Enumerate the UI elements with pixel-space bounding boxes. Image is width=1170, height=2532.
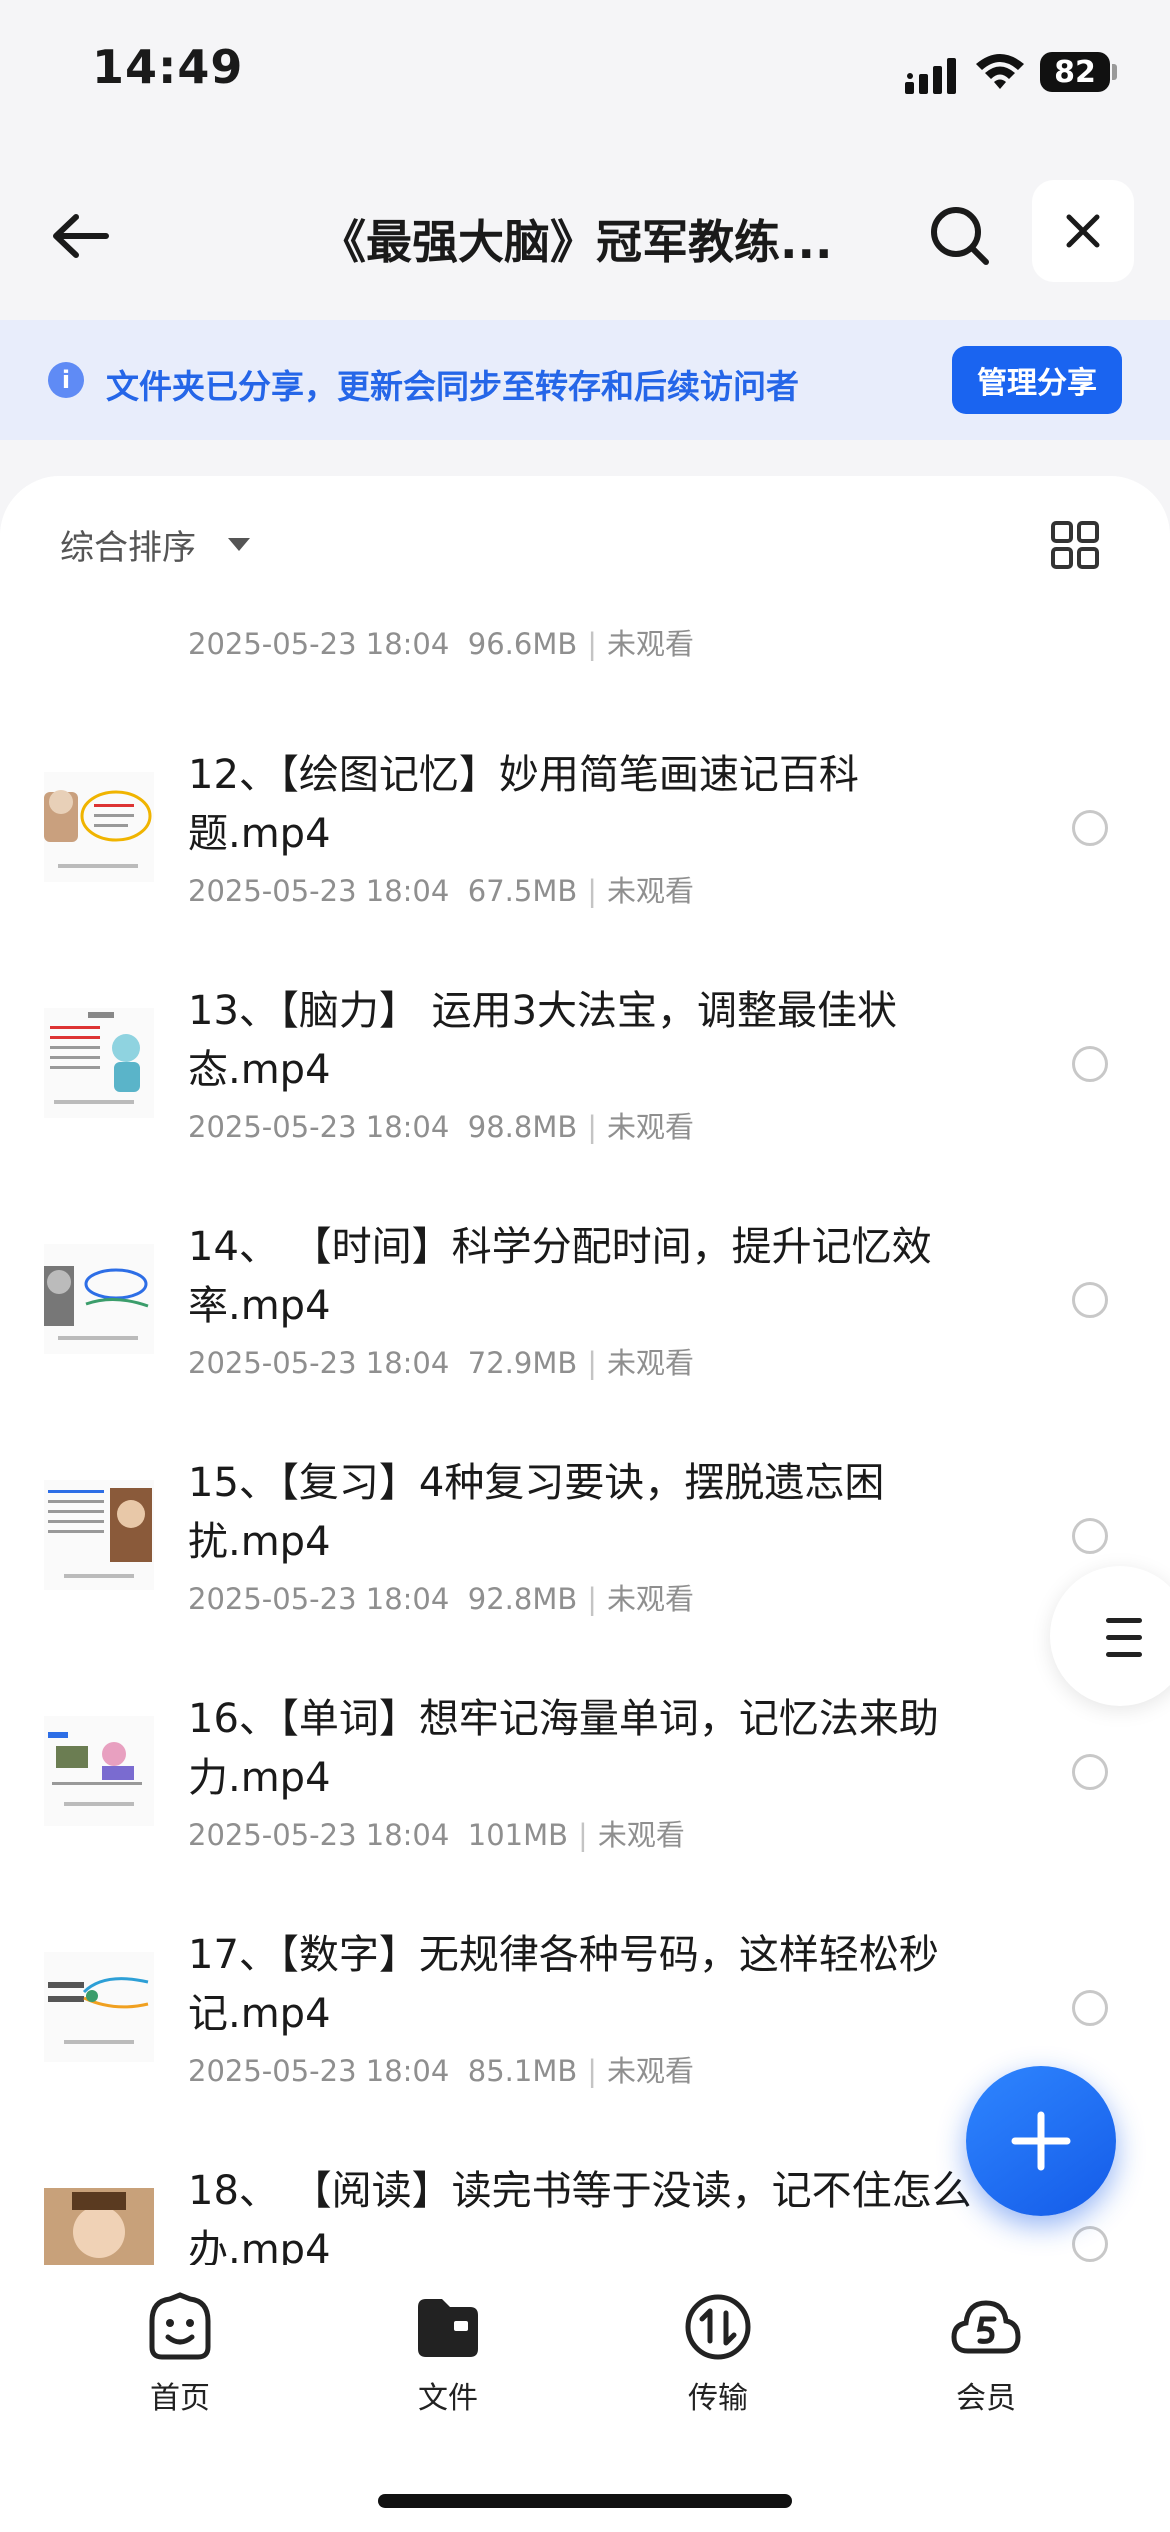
- list-item[interactable]: 16、【单词】想牢记海量单词，记忆法来助力.mp4 2025-05-23 18:…: [0, 1650, 1170, 1886]
- select-radio[interactable]: [1072, 810, 1108, 846]
- folder-icon: [418, 2299, 478, 2357]
- page-title: 《最强大脑》冠军教练...: [320, 215, 833, 269]
- file-name: 14、 【时间】科学分配时间，提升记忆效率.mp4: [188, 1224, 932, 1329]
- grid-view-icon[interactable]: [1050, 520, 1100, 570]
- status-time: 14:49: [92, 40, 244, 94]
- vip-cloud-icon: [951, 2300, 1021, 2354]
- cellular-signal-icon: [905, 58, 956, 94]
- file-meta: 2025-05-23 18:04 67.5MB | 未观看: [188, 874, 695, 908]
- file-name: 13、【脑力】 运用3大法宝，调整最佳状态.mp4: [188, 988, 898, 1093]
- file-name: 15、【复习】4种复习要诀，摆脱遗忘困扰.mp4: [188, 1460, 885, 1565]
- file-date: 2025-05-23 18:04: [188, 1818, 450, 1852]
- file-name: 17、【数字】无规律各种号码，这样轻松秒记.mp4: [188, 1932, 939, 2037]
- tab-transfer[interactable]: 传输: [638, 2291, 798, 2417]
- list-item[interactable]: 14、 【时间】科学分配时间，提升记忆效率.mp4 2025-05-23 18:…: [0, 1178, 1170, 1414]
- file-size: 85.1MB: [467, 2054, 578, 2088]
- watch-status: 未观看: [607, 874, 695, 908]
- file-date: 2025-05-23 18:04: [188, 627, 450, 661]
- tab-home[interactable]: 首页: [100, 2291, 260, 2417]
- file-size: 72.9MB: [467, 1346, 578, 1380]
- watch-status: 未观看: [607, 1582, 695, 1616]
- video-thumbnail: [44, 772, 154, 882]
- banner-text: 文件夹已分享，更新会同步至转存和后续访问者: [106, 367, 799, 406]
- close-icon: [1066, 214, 1100, 248]
- file-meta: 2025-05-23 18:04 92.8MB | 未观看: [188, 1582, 695, 1616]
- battery-indicator: 82: [1040, 52, 1110, 92]
- file-size: 92.8MB: [467, 1582, 578, 1616]
- file-date: 2025-05-23 18:04: [188, 874, 450, 908]
- back-arrow-icon: [53, 214, 109, 258]
- file-size: 67.5MB: [467, 874, 578, 908]
- list-item[interactable]: 12、【绘图记忆】妙用简笔画速记百科题.mp4 2025-05-23 18:04…: [0, 706, 1170, 942]
- watch-status: 未观看: [607, 627, 695, 661]
- tab-label: 传输: [688, 2381, 748, 2416]
- plus-icon: [1011, 2111, 1071, 2171]
- select-radio[interactable]: [1072, 1046, 1108, 1082]
- battery-cap: [1112, 64, 1117, 80]
- tab-label: 文件: [418, 2381, 478, 2416]
- file-name: 12、【绘图记忆】妙用简笔画速记百科题.mp4: [188, 752, 859, 857]
- sort-bar: 综合排序: [0, 476, 1170, 606]
- sort-dropdown[interactable]: 综合排序: [60, 520, 196, 569]
- file-size: 96.6MB: [467, 627, 578, 661]
- file-size: 101MB: [467, 1818, 569, 1852]
- file-meta: 2025-05-23 18:04 85.1MB | 未观看: [188, 2054, 695, 2088]
- home-face-icon: [149, 2292, 211, 2360]
- file-meta: 2025-05-23 18:04 96.6MB | 未观看: [188, 627, 695, 661]
- file-meta: 2025-05-23 18:04 72.9MB | 未观看: [188, 1346, 695, 1380]
- list-item[interactable]: 13、【脑力】 运用3大法宝，调整最佳状态.mp4 2025-05-23 18:…: [0, 942, 1170, 1178]
- file-date: 2025-05-23 18:04: [188, 1346, 450, 1380]
- select-radio[interactable]: [1072, 1754, 1108, 1790]
- wifi-icon: [976, 54, 1024, 89]
- file-name: 16、【单词】想牢记海量单词，记忆法来助力.mp4: [188, 1696, 939, 1801]
- menu-lines-icon: [1106, 1618, 1142, 1669]
- file-meta: 2025-05-23 18:04 98.8MB | 未观看: [188, 1110, 695, 1144]
- watch-status: 未观看: [597, 1818, 685, 1852]
- tab-label: 首页: [150, 2381, 210, 2416]
- home-indicator: [378, 2494, 792, 2508]
- file-date: 2025-05-23 18:04: [188, 1110, 450, 1144]
- watch-status: 未观看: [607, 1110, 695, 1144]
- file-meta: 2025-05-23 18:04 101MB | 未观看: [188, 1818, 685, 1852]
- video-thumbnail: [44, 1008, 154, 1118]
- video-thumbnail: [44, 2188, 154, 2276]
- info-icon: i: [48, 362, 84, 398]
- file-size: 98.8MB: [467, 1110, 578, 1144]
- video-thumbnail: [44, 1480, 154, 1590]
- select-radio[interactable]: [1072, 1518, 1108, 1554]
- video-thumbnail: [44, 1244, 154, 1354]
- back-button[interactable]: [40, 196, 120, 276]
- select-radio[interactable]: [1072, 1282, 1108, 1318]
- manage-share-button[interactable]: 管理分享: [952, 346, 1122, 414]
- file-date: 2025-05-23 18:04: [188, 1582, 450, 1616]
- video-thumbnail: [44, 1952, 154, 2062]
- tab-label: 会员: [956, 2381, 1016, 2416]
- tab-files[interactable]: 文件: [368, 2291, 528, 2417]
- file-name: 18、 【阅读】读完书等于没读，记不住怎么办.mp4: [188, 2168, 972, 2273]
- header: 《最强大脑》冠军教练...: [0, 150, 1170, 320]
- file-panel: mp4 2025-05-23 18:04 96.6MB|未观看 12、【绘图记忆…: [0, 476, 1170, 2276]
- status-bar: 14:49 82: [0, 0, 1170, 150]
- watch-status: 未观看: [607, 1346, 695, 1380]
- tab-vip[interactable]: 会员: [906, 2291, 1066, 2417]
- close-button[interactable]: [1032, 180, 1134, 282]
- share-banner: i 文件夹已分享，更新会同步至转存和后续访问者 管理分享: [0, 320, 1170, 440]
- video-thumbnail: [44, 1716, 154, 1826]
- watch-status: 未观看: [607, 2054, 695, 2088]
- add-button[interactable]: [966, 2066, 1116, 2216]
- transfer-icon: [685, 2294, 751, 2360]
- search-icon: [931, 207, 989, 265]
- select-radio[interactable]: [1072, 1990, 1108, 2026]
- bottom-tab-bar: 首页 文件 传输 会员: [0, 2265, 1170, 2532]
- select-radio[interactable]: [1072, 2226, 1108, 2262]
- list-item[interactable]: 15、【复习】4种复习要诀，摆脱遗忘困扰.mp4 2025-05-23 18:0…: [0, 1414, 1170, 1650]
- file-date: 2025-05-23 18:04: [188, 2054, 450, 2088]
- search-button[interactable]: [920, 196, 1000, 276]
- caret-down-icon[interactable]: [228, 538, 250, 551]
